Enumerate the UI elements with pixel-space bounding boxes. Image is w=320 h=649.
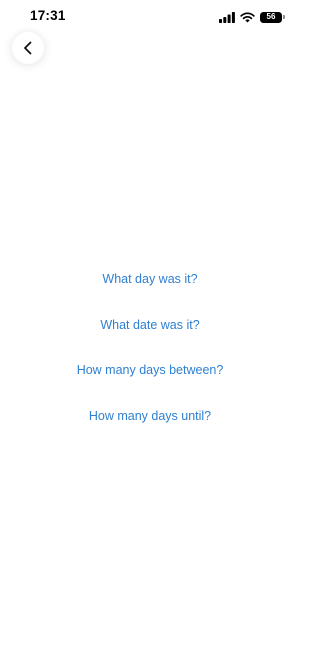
chevron-left-icon bbox=[22, 41, 34, 55]
what-day-link[interactable]: What day was it? bbox=[0, 268, 300, 290]
wifi-icon bbox=[240, 11, 255, 23]
status-bar: 17:31 56 bbox=[0, 0, 300, 34]
signal-icon bbox=[219, 11, 235, 23]
days-between-link[interactable]: How many days between? bbox=[0, 359, 300, 381]
calculator-menu: What day was it? What date was it? How m… bbox=[0, 268, 300, 450]
days-until-link[interactable]: How many days until? bbox=[0, 405, 300, 427]
battery-level: 56 bbox=[266, 12, 276, 21]
back-button[interactable] bbox=[12, 32, 44, 64]
status-time: 17:31 bbox=[30, 8, 66, 23]
status-icons: 56 bbox=[219, 10, 285, 24]
what-date-link[interactable]: What date was it? bbox=[0, 314, 300, 336]
battery-icon: 56 bbox=[260, 11, 285, 23]
